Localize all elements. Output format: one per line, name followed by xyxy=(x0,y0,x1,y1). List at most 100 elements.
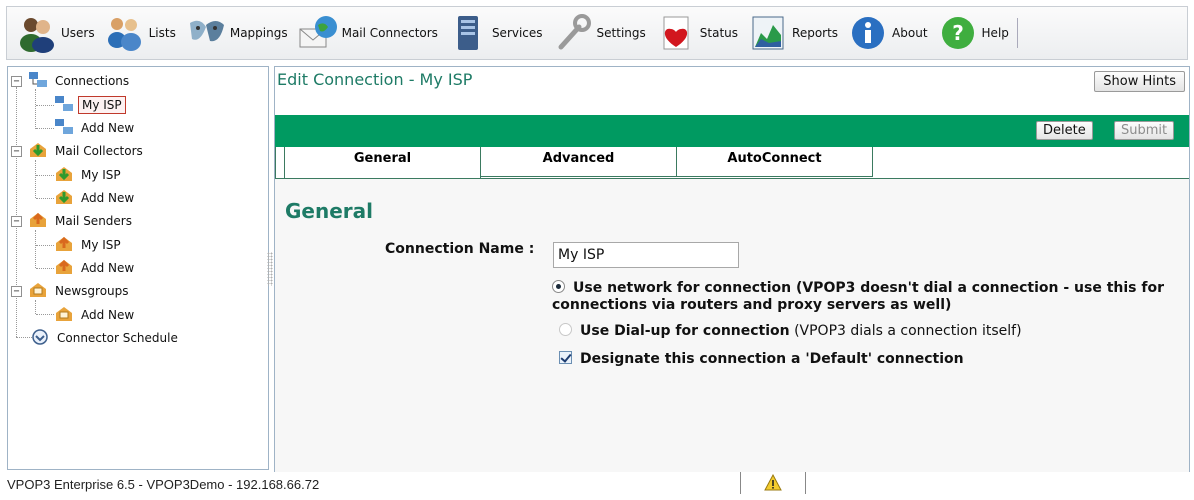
default-checkbox[interactable] xyxy=(559,351,572,364)
tree-node-mail-collectors[interactable]: − Mail Collectors xyxy=(11,140,146,162)
status-icon xyxy=(656,13,696,53)
delete-button[interactable]: Delete xyxy=(1036,121,1093,140)
connections-icon xyxy=(28,71,48,92)
network-option-label: Use network for connection (VPOP3 doesn'… xyxy=(552,280,1164,313)
mail-sender-icon xyxy=(28,211,48,232)
network-radio[interactable] xyxy=(552,280,565,293)
mail-sender-icon xyxy=(54,258,74,279)
mappings-icon xyxy=(186,13,226,53)
toolbar-status-button[interactable]: Status xyxy=(656,10,744,56)
tree-label-connections: Connections xyxy=(55,74,130,88)
dialup-option-label: Use Dial-up for connection xyxy=(580,323,790,339)
schedule-icon xyxy=(30,328,50,349)
mail-connectors-icon xyxy=(298,13,338,53)
navigation-tree: − Connections My ISP Add New − Mail Coll… xyxy=(7,66,269,470)
status-separator xyxy=(805,472,806,494)
about-icon xyxy=(848,13,888,53)
tab-strip: General Advanced AutoConnect xyxy=(285,147,873,179)
tree-label-mail-senders: Mail Senders xyxy=(55,214,132,228)
newsgroup-icon xyxy=(28,281,48,302)
tab-autoconnect[interactable]: AutoConnect xyxy=(677,147,873,177)
toolbar-about-label: About xyxy=(892,26,928,40)
collapse-icon[interactable]: − xyxy=(11,75,22,87)
tree-label-mail-collectors: Mail Collectors xyxy=(55,144,143,158)
tree-node-newsgroups[interactable]: − Newsgroups xyxy=(11,280,132,302)
toolbar-users-label: Users xyxy=(61,26,95,40)
collapse-icon[interactable]: − xyxy=(11,145,22,157)
collapse-icon[interactable]: − xyxy=(11,215,22,227)
tree-label-add-new: Add New xyxy=(81,121,135,135)
toolbar-lists-button[interactable]: Lists xyxy=(105,10,182,56)
pane-splitter-handle[interactable] xyxy=(267,252,273,286)
tree-line xyxy=(36,268,54,269)
tree-node-mail-collectors-my-isp[interactable]: My ISP xyxy=(54,164,124,186)
tree-label-newsgroups: Newsgroups xyxy=(55,284,129,298)
tree-label-my-isp: My ISP xyxy=(81,168,121,182)
section-title: General xyxy=(285,199,373,223)
newsgroup-icon xyxy=(54,305,74,326)
tree-label-add-new: Add New xyxy=(81,308,135,322)
tree-label-my-isp-selected: My ISP xyxy=(78,96,126,114)
toolbar-help-button[interactable]: ? Help xyxy=(938,10,1018,56)
tree-node-connections-add-new[interactable]: Add New xyxy=(54,117,137,139)
tree-line xyxy=(35,300,36,314)
show-hints-button[interactable]: Show Hints xyxy=(1094,71,1185,92)
dialup-radio[interactable] xyxy=(559,323,572,336)
status-separator xyxy=(740,472,741,494)
toolbar-status-label: Status xyxy=(699,26,739,40)
toolbar-lists-label: Lists xyxy=(148,26,176,40)
tree-node-connector-schedule[interactable]: Connector Schedule xyxy=(30,327,181,349)
page-title: Edit Connection - My ISP xyxy=(277,70,473,89)
toolbar-settings-button[interactable]: Settings xyxy=(553,10,652,56)
toolbar-settings-label: Settings xyxy=(596,26,646,40)
toolbar-mail-connectors-button[interactable]: Mail Connectors xyxy=(298,10,444,56)
tree-line xyxy=(36,198,54,199)
tree-node-connections[interactable]: − Connections xyxy=(11,70,132,92)
help-icon: ? xyxy=(938,13,978,53)
toolbar-about-button[interactable]: About xyxy=(848,10,933,56)
connection-name-input[interactable] xyxy=(553,242,739,268)
tree-node-connections-my-isp[interactable]: My ISP xyxy=(54,94,126,116)
tree-node-mail-collectors-add-new[interactable]: Add New xyxy=(54,187,137,209)
services-icon xyxy=(448,13,488,53)
tree-node-mail-senders[interactable]: − Mail Senders xyxy=(11,210,135,232)
tab-content: General Connection Name : Use network fo… xyxy=(275,178,1189,472)
mail-collector-icon xyxy=(54,188,74,209)
tree-node-mail-senders-add-new[interactable]: Add New xyxy=(54,257,137,279)
toolbar-reports-label: Reports xyxy=(792,26,839,40)
default-option-label: Designate this connection a 'Default' co… xyxy=(580,351,964,367)
toolbar-mappings-label: Mappings xyxy=(229,26,288,40)
settings-icon xyxy=(553,13,593,53)
network-option[interactable]: Use network for connection (VPOP3 doesn'… xyxy=(552,280,1172,314)
tree-line xyxy=(36,314,54,315)
tab-general[interactable]: General xyxy=(285,147,481,179)
users-icon xyxy=(17,13,57,53)
tree-line xyxy=(36,175,54,176)
tree-label-connector-schedule: Connector Schedule xyxy=(57,331,178,345)
warning-icon[interactable] xyxy=(764,473,782,495)
connection-name-label: Connection Name : xyxy=(385,241,535,257)
tree-line xyxy=(36,245,54,246)
tree-node-newsgroups-add-new[interactable]: Add New xyxy=(54,304,137,326)
toolbar-mail-connectors-label: Mail Connectors xyxy=(341,26,438,40)
toolbar-users-button[interactable]: Users xyxy=(17,10,101,56)
default-option[interactable]: Designate this connection a 'Default' co… xyxy=(559,351,964,368)
tab-advanced[interactable]: Advanced xyxy=(481,147,677,177)
tree-node-mail-senders-my-isp[interactable]: My ISP xyxy=(54,234,124,256)
collapse-icon[interactable]: − xyxy=(11,285,22,297)
toolbar-reports-button[interactable]: Reports xyxy=(748,10,844,56)
connection-icon xyxy=(54,95,74,116)
toolbar-mappings-button[interactable]: Mappings xyxy=(186,10,294,56)
status-bar: VPOP3 Enterprise 6.5 - VPOP3Demo - 192.1… xyxy=(0,472,1194,500)
tree-line xyxy=(36,105,54,106)
tree-line xyxy=(35,89,36,129)
mail-sender-icon xyxy=(54,235,74,256)
status-text: VPOP3 Enterprise 6.5 - VPOP3Demo - 192.1… xyxy=(7,477,320,492)
dialup-option[interactable]: Use Dial-up for connection (VPOP3 dials … xyxy=(559,323,1022,340)
lists-icon xyxy=(105,13,145,53)
submit-button[interactable]: Submit xyxy=(1114,121,1175,140)
toolbar-services-button[interactable]: Services xyxy=(448,10,549,56)
mail-collector-icon xyxy=(54,165,74,186)
dialup-option-note: (VPOP3 dials a connection itself) xyxy=(794,323,1022,339)
edit-connection-panel: Edit Connection - My ISP Show Hints Dele… xyxy=(274,66,1190,472)
